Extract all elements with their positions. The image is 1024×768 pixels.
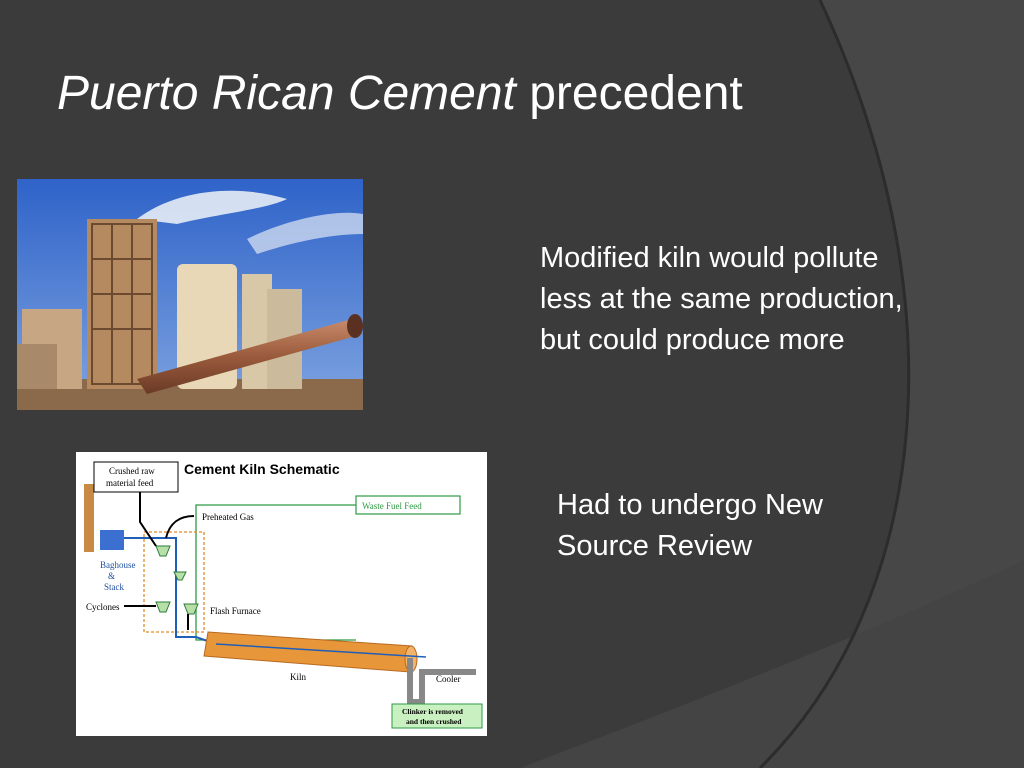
cement-plant-photo [17,179,363,410]
raw-feed-label-2: material feed [106,478,154,488]
flash-furnace-enclosure [143,531,205,633]
stack-shape [84,484,94,552]
gas-pipe [124,537,217,645]
baghouse-label-2: & [108,571,115,581]
title-italic: Puerto Rican Cement [57,67,516,120]
text-block-new-source-review: Had to undergo New Source Review [557,489,823,562]
kiln-label: Kiln [290,672,307,682]
flash-furnace-label: Flash Furnace [210,606,261,616]
cyclone-3 [155,601,171,613]
text-block-kiln-pollution: Modified kiln would pollute less at the … [540,242,903,356]
cooler-label: Cooler [436,674,461,684]
baghouse-shape [100,530,124,550]
title-rest: precedent [529,67,743,120]
baghouse-label-1: Baghouse [100,560,136,570]
preheated-gas-arrow [165,515,195,539]
cyclones-label: Cyclones [86,602,120,612]
clinker-label-1: Clinker is removed [402,707,464,716]
raw-feed-label-1: Crushed raw [109,466,155,476]
slide: Puerto Rican Cement precedent Baghouse &… [0,0,1024,768]
kiln-shape [203,631,413,673]
kiln-schematic-diagram: Baghouse & Stack Crushed raw material fe… [84,461,483,729]
waste-fuel-label: Waste Fuel Feed [362,501,422,511]
preheated-gas-label: Preheated Gas [202,512,254,522]
clinker-label-2: and then crushed [406,717,462,726]
slide-title: Puerto Rican Cement precedent [57,66,743,121]
kiln-schematic: Baghouse & Stack Crushed raw material fe… [76,452,487,736]
baghouse-label-3: Stack [104,582,124,592]
fuel-line [195,504,356,641]
schematic-title: Cement Kiln Schematic [184,461,340,477]
cyclone-1 [155,545,171,557]
